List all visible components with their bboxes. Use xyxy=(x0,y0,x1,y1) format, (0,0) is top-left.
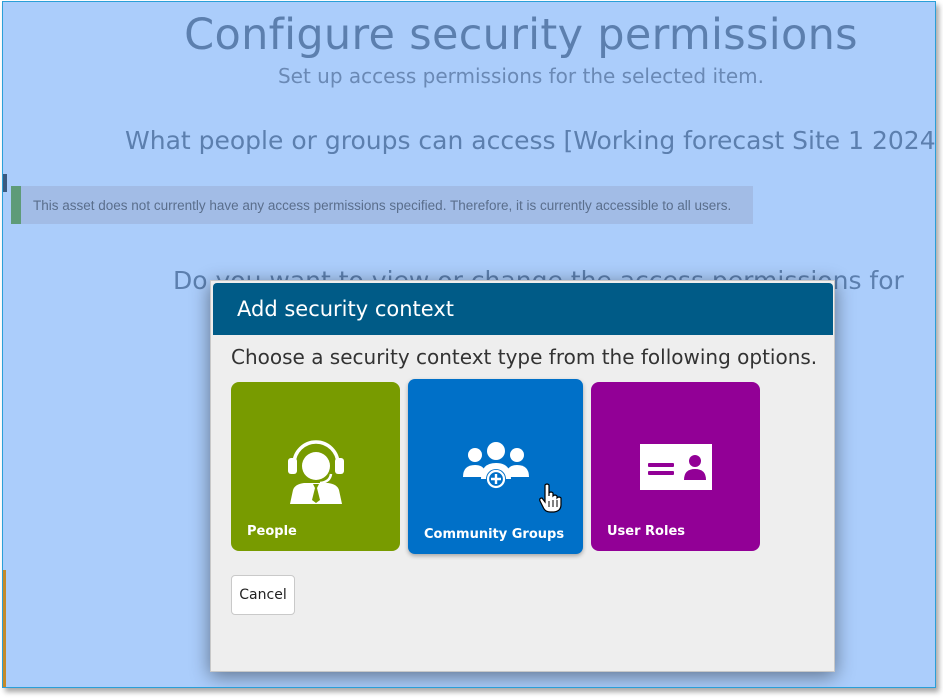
app-window: Configure security permissions Set up ac… xyxy=(2,1,936,688)
dialog-header: Add security context xyxy=(213,283,833,335)
dialog-instruction: Choose a security context type from the … xyxy=(231,345,818,369)
community-groups-tile[interactable]: Community Groups xyxy=(408,379,583,554)
edge-marker xyxy=(3,174,7,192)
page-title: Configure security permissions xyxy=(184,10,858,60)
info-message: This asset does not currently have any a… xyxy=(11,186,753,224)
info-message-text: This asset does not currently have any a… xyxy=(33,197,732,213)
access-question: What people or groups can access [Workin… xyxy=(125,126,936,155)
hand-cursor-icon xyxy=(539,483,562,513)
community-groups-tile-label: Community Groups xyxy=(424,527,565,542)
edge-marker xyxy=(3,570,6,687)
id-card-icon xyxy=(639,444,712,490)
group-add-icon xyxy=(462,442,529,489)
user-roles-tile[interactable]: User Roles xyxy=(591,382,760,551)
user-roles-tile-label: User Roles xyxy=(607,524,685,539)
page-subtitle: Set up access permissions for the select… xyxy=(277,64,765,88)
people-tile-label: People xyxy=(247,524,297,539)
cancel-button[interactable]: Cancel xyxy=(231,575,295,615)
add-security-context-dialog: Add security context Choose a security c… xyxy=(210,280,835,672)
person-headset-icon xyxy=(287,440,344,504)
people-tile[interactable]: People xyxy=(231,382,400,551)
dialog-title: Add security context xyxy=(237,297,455,321)
